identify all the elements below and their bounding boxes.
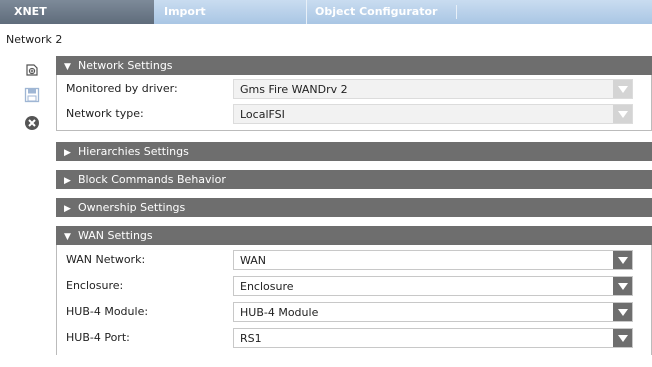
wan-settings-section: ▼ WAN Settings WAN Network: WAN Enclosure… — [56, 226, 652, 355]
field-label: HUB-4 Port: — [66, 331, 130, 344]
field-label: Network type: — [66, 107, 144, 120]
hub4-module-select[interactable]: HUB-4 Module — [233, 302, 633, 322]
section-title: Hierarchies Settings — [78, 145, 189, 158]
wan-network-row: WAN Network: WAN — [57, 248, 651, 274]
monitored-by-driver-row: Monitored by driver: Gms Fire WANDrv 2 — [57, 77, 651, 102]
collapsed-arrow-icon: ▶ — [64, 204, 71, 214]
field-label: Monitored by driver: — [66, 82, 178, 95]
chevron-down-icon[interactable] — [613, 329, 632, 347]
hierarchies-settings-section: ▶ Hierarchies Settings — [56, 142, 652, 161]
main-panel: Network 2 ▼ Network Settings Monitored by… — [0, 24, 652, 367]
network-settings-body: Monitored by driver: Gms Fire WANDrv 2 N… — [56, 75, 652, 131]
hub4-port-select[interactable]: RS1 — [233, 328, 633, 348]
wan-settings-body: WAN Network: WAN Enclosure: Enclosure HU… — [56, 245, 652, 355]
ownership-settings-header[interactable]: ▶ Ownership Settings — [56, 198, 652, 217]
field-label: Enclosure: — [66, 279, 124, 292]
chevron-down-icon[interactable] — [613, 251, 632, 269]
field-label: WAN Network: — [66, 253, 146, 266]
section-title: WAN Settings — [78, 229, 153, 242]
section-title: Ownership Settings — [78, 201, 186, 214]
field-value: HUB-4 Module — [240, 306, 319, 319]
tab-xnet[interactable]: XNET — [0, 0, 154, 24]
ownership-settings-section: ▶ Ownership Settings — [56, 198, 652, 217]
network-type-select: LocalFSI — [233, 104, 633, 124]
wan-settings-header[interactable]: ▼ WAN Settings — [56, 226, 652, 245]
enclosure-row: Enclosure: Enclosure — [57, 274, 651, 300]
tab-import[interactable]: Import — [164, 0, 304, 24]
expanded-arrow-icon: ▼ — [64, 62, 71, 72]
enclosure-select[interactable]: Enclosure — [233, 276, 633, 296]
field-value: LocalFSI — [240, 108, 285, 121]
page-title: Network 2 — [6, 33, 63, 46]
chevron-down-icon[interactable] — [613, 277, 632, 295]
close-icon[interactable] — [24, 115, 40, 131]
chevron-down-icon[interactable] — [613, 303, 632, 321]
network-settings-section: ▼ Network Settings Monitored by driver: G… — [56, 56, 652, 131]
chevron-down-icon — [613, 105, 632, 123]
hub4-module-row: HUB-4 Module: HUB-4 Module — [57, 300, 651, 326]
section-title: Network Settings — [78, 59, 173, 72]
field-value: RS1 — [240, 332, 262, 345]
field-value: Enclosure — [240, 280, 294, 293]
tab-separator — [456, 5, 457, 19]
collapsed-arrow-icon: ▶ — [64, 176, 71, 186]
save-icon[interactable] — [24, 87, 40, 103]
block-commands-header[interactable]: ▶ Block Commands Behavior — [56, 170, 652, 189]
hub4-port-row: HUB-4 Port: RS1 — [57, 326, 651, 352]
add-icon[interactable] — [24, 61, 40, 77]
collapsed-arrow-icon: ▶ — [64, 148, 71, 158]
hierarchies-settings-header[interactable]: ▶ Hierarchies Settings — [56, 142, 652, 161]
tab-object-configurator[interactable]: Object Configurator — [306, 0, 456, 24]
chevron-down-icon — [613, 80, 632, 98]
monitored-by-driver-select: Gms Fire WANDrv 2 — [233, 79, 633, 99]
network-settings-header[interactable]: ▼ Network Settings — [56, 56, 652, 75]
block-commands-section: ▶ Block Commands Behavior — [56, 170, 652, 189]
field-label: HUB-4 Module: — [66, 305, 149, 318]
field-value: WAN — [240, 254, 267, 267]
expanded-arrow-icon: ▼ — [64, 232, 71, 242]
network-type-row: Network type: LocalFSI — [57, 102, 651, 127]
tab-bar: XNET Import Object Configurator — [0, 0, 652, 24]
field-value: Gms Fire WANDrv 2 — [240, 83, 348, 96]
wan-network-select[interactable]: WAN — [233, 250, 633, 270]
section-title: Block Commands Behavior — [78, 173, 226, 186]
